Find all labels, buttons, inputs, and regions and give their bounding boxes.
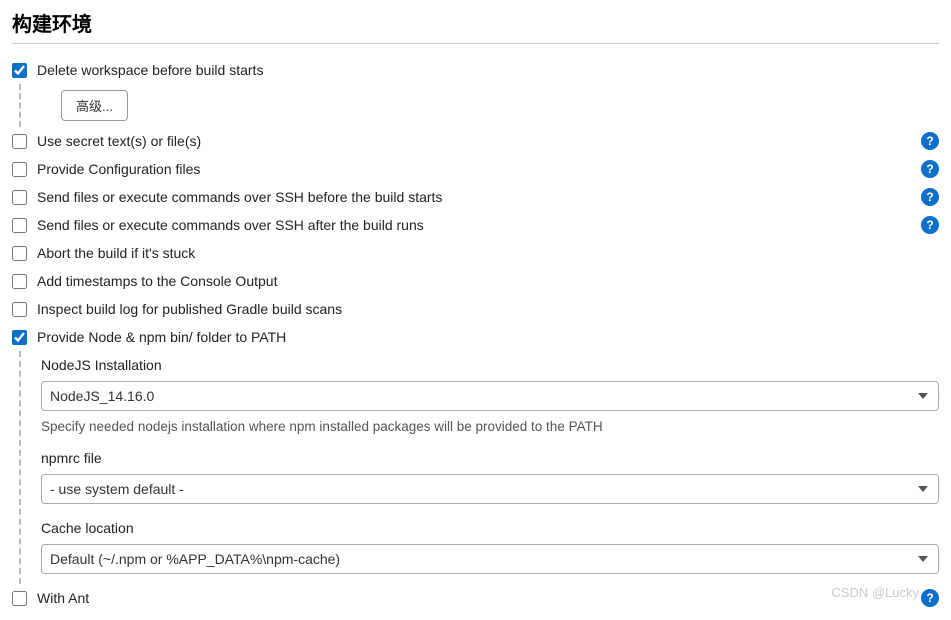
select-cache-location[interactable]: Default (~/.npm or %APP_DATA%\npm-cache)	[41, 544, 939, 574]
label-npmrc-file: npmrc file	[41, 450, 939, 466]
label-provide-config: Provide Configuration files	[37, 161, 913, 177]
checkbox-provide-config[interactable]	[12, 162, 27, 177]
help-text-nodejs: Specify needed nodejs installation where…	[41, 419, 939, 434]
help-icon[interactable]: ?	[921, 589, 939, 607]
advanced-button[interactable]: 高级...	[61, 90, 128, 121]
label-delete-workspace: Delete workspace before build starts	[37, 62, 939, 78]
option-ssh-before: Send files or execute commands over SSH …	[12, 183, 939, 211]
option-ssh-after: Send files or execute commands over SSH …	[12, 211, 939, 239]
field-nodejs-installation: NodeJS Installation NodeJS_14.16.0 Speci…	[41, 351, 939, 444]
checkbox-inspect-gradle[interactable]	[12, 302, 27, 317]
select-npmrc-file[interactable]: - use system default -	[41, 474, 939, 504]
option-inspect-gradle: Inspect build log for published Gradle b…	[12, 295, 939, 323]
label-abort-stuck: Abort the build if it's stuck	[37, 245, 939, 261]
label-ssh-before: Send files or execute commands over SSH …	[37, 189, 913, 205]
label-nodejs-installation: NodeJS Installation	[41, 357, 939, 373]
help-icon[interactable]: ?	[921, 216, 939, 234]
checkbox-abort-stuck[interactable]	[12, 246, 27, 261]
checkbox-add-timestamps[interactable]	[12, 274, 27, 289]
select-nodejs-installation[interactable]: NodeJS_14.16.0	[41, 381, 939, 411]
option-abort-stuck: Abort the build if it's stuck	[12, 239, 939, 267]
label-use-secret: Use secret text(s) or file(s)	[37, 133, 913, 149]
label-inspect-gradle: Inspect build log for published Gradle b…	[37, 301, 939, 317]
field-npmrc-file: npmrc file - use system default -	[41, 444, 939, 514]
label-cache-location: Cache location	[41, 520, 939, 536]
delete-workspace-nested: 高级...	[19, 84, 939, 127]
checkbox-ssh-after[interactable]	[12, 218, 27, 233]
option-provide-node: Provide Node & npm bin/ folder to PATH	[12, 323, 939, 351]
option-provide-config: Provide Configuration files ?	[12, 155, 939, 183]
section-title: 构建环境	[12, 8, 939, 44]
help-icon[interactable]: ?	[921, 160, 939, 178]
help-icon[interactable]: ?	[921, 188, 939, 206]
checkbox-with-ant[interactable]	[12, 591, 27, 606]
label-provide-node: Provide Node & npm bin/ folder to PATH	[37, 329, 939, 345]
option-add-timestamps: Add timestamps to the Console Output	[12, 267, 939, 295]
option-use-secret: Use secret text(s) or file(s) ?	[12, 127, 939, 155]
label-ssh-after: Send files or execute commands over SSH …	[37, 217, 913, 233]
checkbox-delete-workspace[interactable]	[12, 63, 27, 78]
label-with-ant: With Ant	[37, 590, 913, 606]
field-cache-location: Cache location Default (~/.npm or %APP_D…	[41, 514, 939, 584]
help-icon[interactable]: ?	[921, 132, 939, 150]
node-nested-section: NodeJS Installation NodeJS_14.16.0 Speci…	[19, 351, 939, 584]
option-with-ant: With Ant ?	[12, 584, 939, 612]
checkbox-use-secret[interactable]	[12, 134, 27, 149]
checkbox-provide-node[interactable]	[12, 330, 27, 345]
checkbox-ssh-before[interactable]	[12, 190, 27, 205]
option-delete-workspace: Delete workspace before build starts	[12, 56, 939, 84]
label-add-timestamps: Add timestamps to the Console Output	[37, 273, 939, 289]
